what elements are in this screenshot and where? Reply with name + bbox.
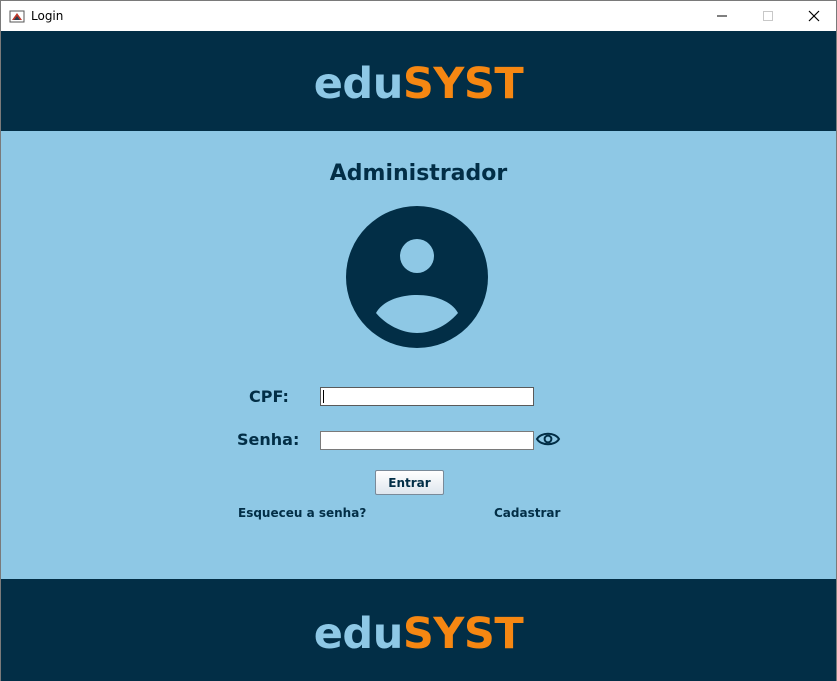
maximize-button[interactable]	[745, 1, 791, 31]
close-button[interactable]	[791, 1, 837, 31]
page-title: Administrador	[329, 161, 508, 186]
window-title-bar[interactable]: Login	[0, 0, 837, 31]
password-input[interactable]	[320, 431, 534, 450]
cpf-label: CPF:	[249, 387, 289, 406]
header-logo: eduSYST	[1, 59, 836, 109]
senha-label: Senha:	[237, 430, 300, 449]
footer-logo-edu-text: edu	[313, 609, 404, 659]
header-banner: eduSYST	[1, 31, 836, 131]
logo-syst-text: SYST	[402, 59, 524, 109]
eye-icon[interactable]	[535, 429, 561, 449]
footer-logo: eduSYST	[1, 609, 836, 659]
text-caret	[323, 390, 324, 403]
close-icon	[808, 10, 820, 22]
user-avatar-icon	[346, 206, 488, 348]
footer-banner: eduSYST	[1, 579, 836, 681]
window-title: Login	[31, 9, 64, 23]
login-window-content: eduSYST Administrador CPF: Senha: Entrar…	[0, 31, 837, 681]
minimize-button[interactable]	[699, 1, 745, 31]
logo-edu-text: edu	[313, 59, 404, 109]
entrar-button[interactable]: Entrar	[375, 470, 444, 495]
maximize-icon	[763, 11, 773, 21]
forgot-password-link[interactable]: Esqueceu a senha?	[238, 506, 366, 520]
minimize-icon	[717, 15, 727, 17]
java-app-icon	[9, 10, 25, 23]
cpf-input[interactable]	[320, 387, 534, 406]
login-panel: Administrador CPF: Senha: Entrar Esquece…	[1, 131, 836, 579]
register-link[interactable]: Cadastrar	[494, 506, 560, 520]
footer-logo-syst-text: SYST	[402, 609, 524, 659]
